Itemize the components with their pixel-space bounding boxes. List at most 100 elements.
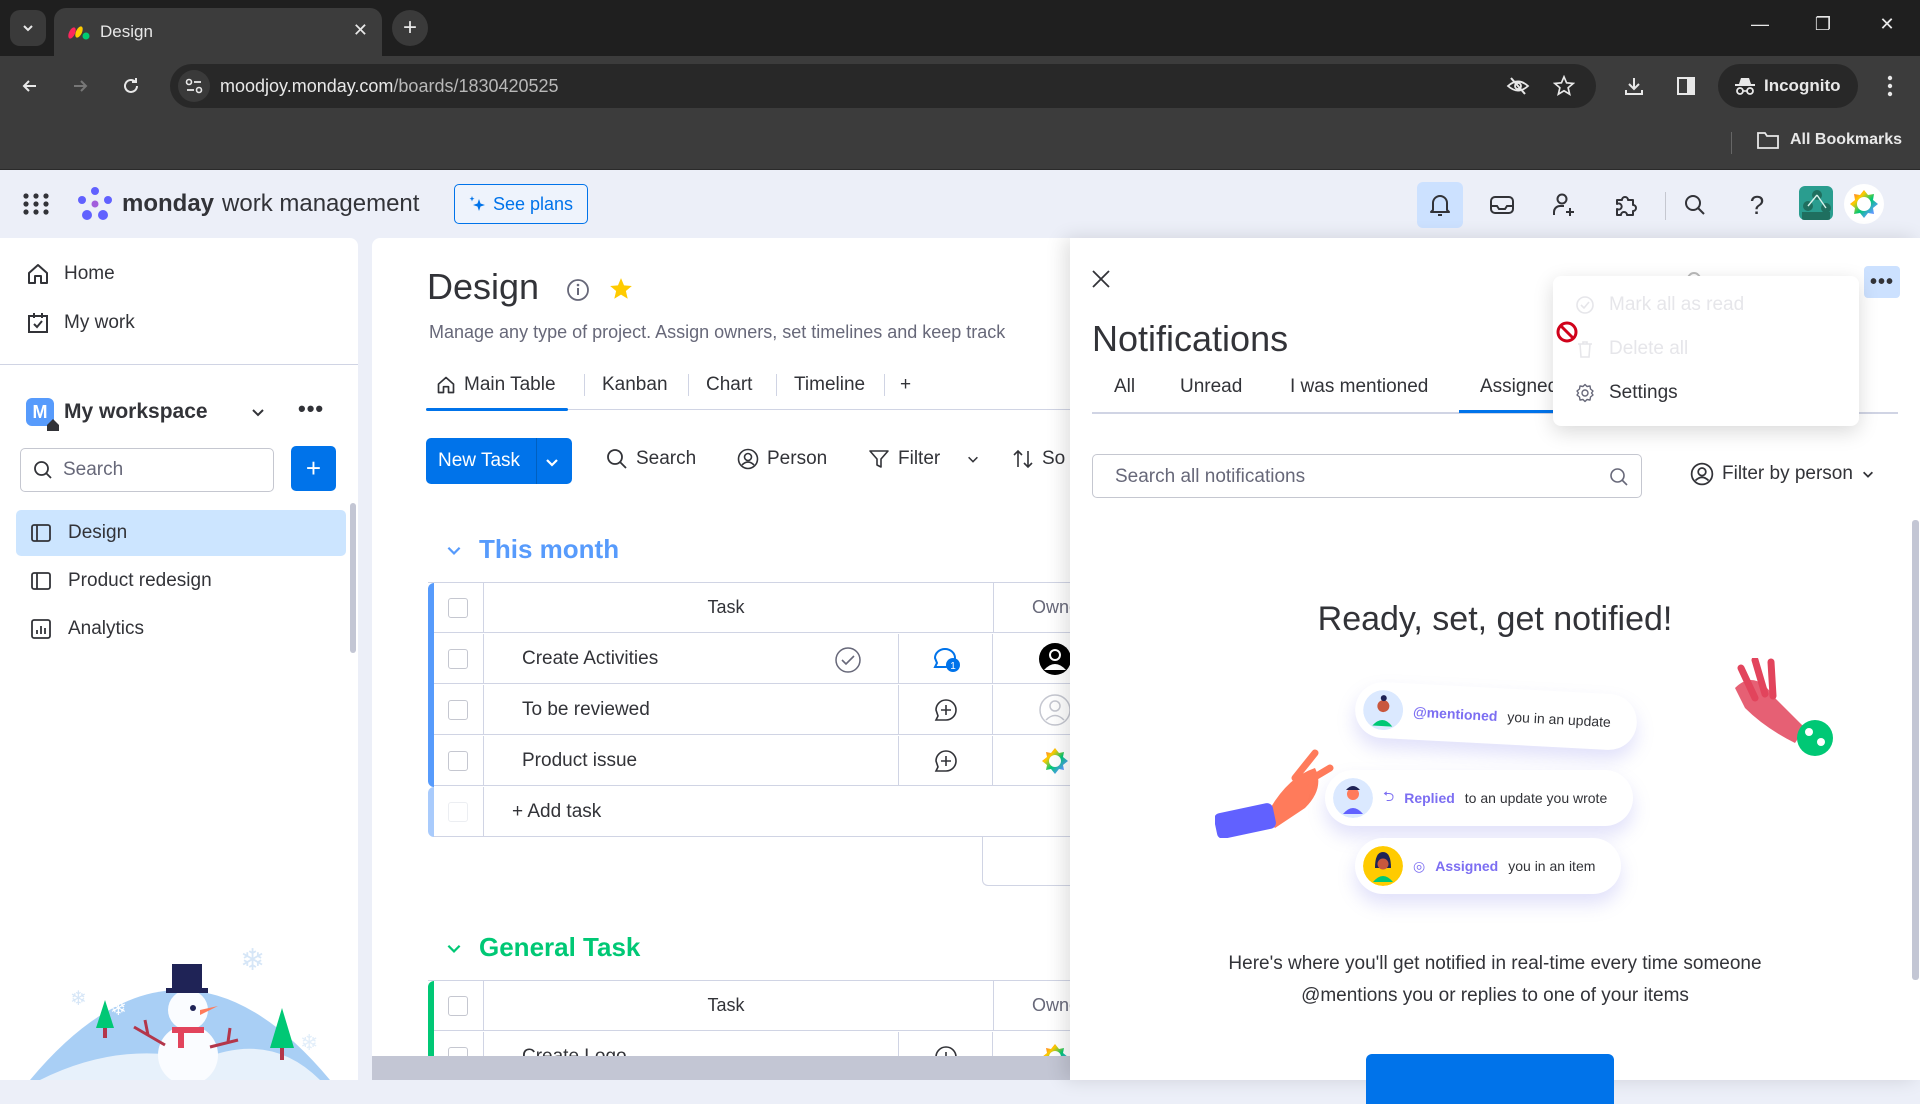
reload-button[interactable] (113, 68, 149, 104)
user-avatar[interactable] (1844, 184, 1884, 224)
sidebar-item-my-work[interactable]: My work (26, 311, 135, 335)
row-checkbox[interactable] (448, 700, 468, 720)
split-divider (536, 438, 537, 484)
owner-avatar-empty[interactable] (1038, 693, 1072, 727)
tab-chart[interactable]: Chart (706, 360, 752, 410)
incognito-indicator[interactable]: Incognito (1718, 64, 1858, 108)
task-name[interactable]: Product issue (522, 750, 637, 772)
chevron-down-icon (1862, 471, 1873, 478)
owner-avatar-filled[interactable] (1038, 642, 1072, 676)
info-icon[interactable] (566, 278, 590, 302)
eye-off-icon[interactable] (1500, 68, 1536, 104)
chevron-down-icon[interactable] (544, 454, 560, 470)
tab-title: Design (100, 22, 153, 41)
apps-marketplace-button[interactable] (1603, 182, 1649, 228)
back-button[interactable] (12, 68, 48, 104)
tab-search-button[interactable] (10, 10, 46, 46)
column-separator (993, 583, 994, 633)
address-bar[interactable]: moodjoy.monday.com/boards/1830420525 (170, 64, 1596, 108)
notifications-bell-button[interactable] (1417, 182, 1463, 228)
chevron-down-icon[interactable] (250, 404, 266, 420)
updates-cell[interactable] (898, 685, 993, 735)
invite-members-button[interactable] (1541, 182, 1587, 228)
board-title: Design (427, 266, 540, 307)
row-checkbox[interactable] (448, 649, 468, 669)
side-panel-icon[interactable] (1668, 68, 1704, 104)
add-update-icon (934, 750, 957, 772)
person-circle-icon: ◎ (1413, 857, 1426, 874)
new-task-button[interactable]: New Task (426, 438, 572, 484)
close-panel-button[interactable] (1090, 268, 1112, 290)
inbox-button[interactable] (1479, 182, 1525, 228)
team-avatar[interactable] (1799, 186, 1833, 220)
column-separator (993, 981, 994, 1031)
forward-button[interactable] (62, 68, 98, 104)
column-header-task[interactable]: Task (484, 597, 968, 618)
person-filter-button[interactable]: Person (737, 448, 827, 470)
empty-state-title: Ready, set, get notified! (1317, 600, 1673, 638)
notification-illustration: @mentioned you in an update ⮌ Replied to… (1215, 658, 1833, 958)
task-name[interactable]: Create Activities (522, 648, 658, 670)
tab-main-table[interactable]: Main Table (426, 360, 568, 411)
sidebar-search-input[interactable]: Search (20, 448, 274, 492)
tab-unread[interactable]: Unread (1180, 376, 1242, 398)
help-button[interactable]: ? (1734, 182, 1780, 228)
download-icon[interactable] (1616, 68, 1652, 104)
notifications-title: Notifications (1092, 318, 1289, 359)
updates-cell[interactable] (898, 736, 993, 786)
check-circle-icon[interactable] (834, 646, 862, 674)
site-info-icon[interactable] (178, 70, 210, 102)
restore-icon[interactable]: ❐ (1803, 14, 1843, 35)
minimize-icon[interactable]: — (1740, 14, 1780, 35)
new-tab-button[interactable]: + (392, 10, 428, 46)
invite-button[interactable] (1366, 1054, 1614, 1104)
tab-i-was-mentioned[interactable]: I was mentioned (1290, 376, 1428, 398)
more-options-button[interactable]: ••• (1864, 266, 1900, 298)
sidebar-board-design[interactable]: Design (16, 510, 346, 556)
workspace-selector[interactable]: M My workspace ••• (26, 394, 346, 434)
chevron-down-icon[interactable] (445, 541, 463, 559)
apps-grid-icon[interactable] (22, 192, 50, 216)
tab-all[interactable]: All (1114, 376, 1135, 398)
add-board-button[interactable]: + (291, 446, 336, 491)
panel-scrollbar[interactable] (1912, 520, 1919, 980)
column-header-task[interactable]: Task (484, 995, 968, 1016)
favorite-star-icon[interactable] (608, 276, 634, 302)
browser-tab-design[interactable]: Design ✕ (54, 8, 382, 56)
select-all-checkbox[interactable] (448, 996, 468, 1016)
select-all-checkbox[interactable] (448, 598, 468, 618)
workspace-more-icon[interactable]: ••• (298, 396, 324, 422)
sidebar-scrollbar[interactable] (350, 503, 356, 653)
sidebar-board-analytics[interactable]: Analytics (16, 606, 346, 652)
sidebar-board-product-redesign[interactable]: Product redesign (16, 558, 346, 604)
add-task-input[interactable]: + Add task (512, 801, 601, 823)
summary-cell (982, 836, 1072, 886)
all-bookmarks-button[interactable]: All Bookmarks (1756, 130, 1902, 150)
tab-timeline[interactable]: Timeline (794, 360, 865, 410)
bookmark-star-icon[interactable] (1546, 68, 1582, 104)
task-name[interactable]: To be reviewed (522, 699, 650, 721)
close-window-icon[interactable]: ✕ (1867, 14, 1907, 35)
filter-button[interactable]: Filter (868, 448, 980, 470)
filter-by-person-button[interactable]: Filter by person (1690, 462, 1875, 486)
sort-button[interactable]: So (1012, 448, 1065, 470)
see-plans-button[interactable]: See plans (454, 184, 588, 224)
bookmarks-separator (1731, 132, 1732, 154)
sidebar-item-home[interactable]: Home (26, 262, 115, 286)
monday-logo[interactable]: monday work management (76, 186, 419, 222)
row-checkbox[interactable] (448, 751, 468, 771)
group-header-this-month[interactable]: This month (445, 534, 619, 565)
notifications-search-input[interactable]: Search all notifications (1092, 454, 1642, 498)
chevron-down-icon[interactable] (445, 939, 463, 957)
group-header-general-task[interactable]: General Task (445, 932, 640, 963)
owner-avatar-logo[interactable] (1038, 744, 1072, 778)
add-view-button[interactable]: + (900, 360, 911, 410)
menu-item-settings[interactable]: Settings (1575, 382, 1678, 404)
tab-kanban[interactable]: Kanban (602, 360, 668, 410)
board-search-button[interactable]: Search (606, 448, 696, 470)
updates-cell[interactable]: 1 (898, 634, 993, 684)
search-everything-button[interactable] (1672, 182, 1718, 228)
close-tab-icon[interactable]: ✕ (353, 20, 368, 41)
chevron-down-icon[interactable] (966, 452, 980, 466)
browser-menu-icon[interactable] (1872, 68, 1908, 104)
